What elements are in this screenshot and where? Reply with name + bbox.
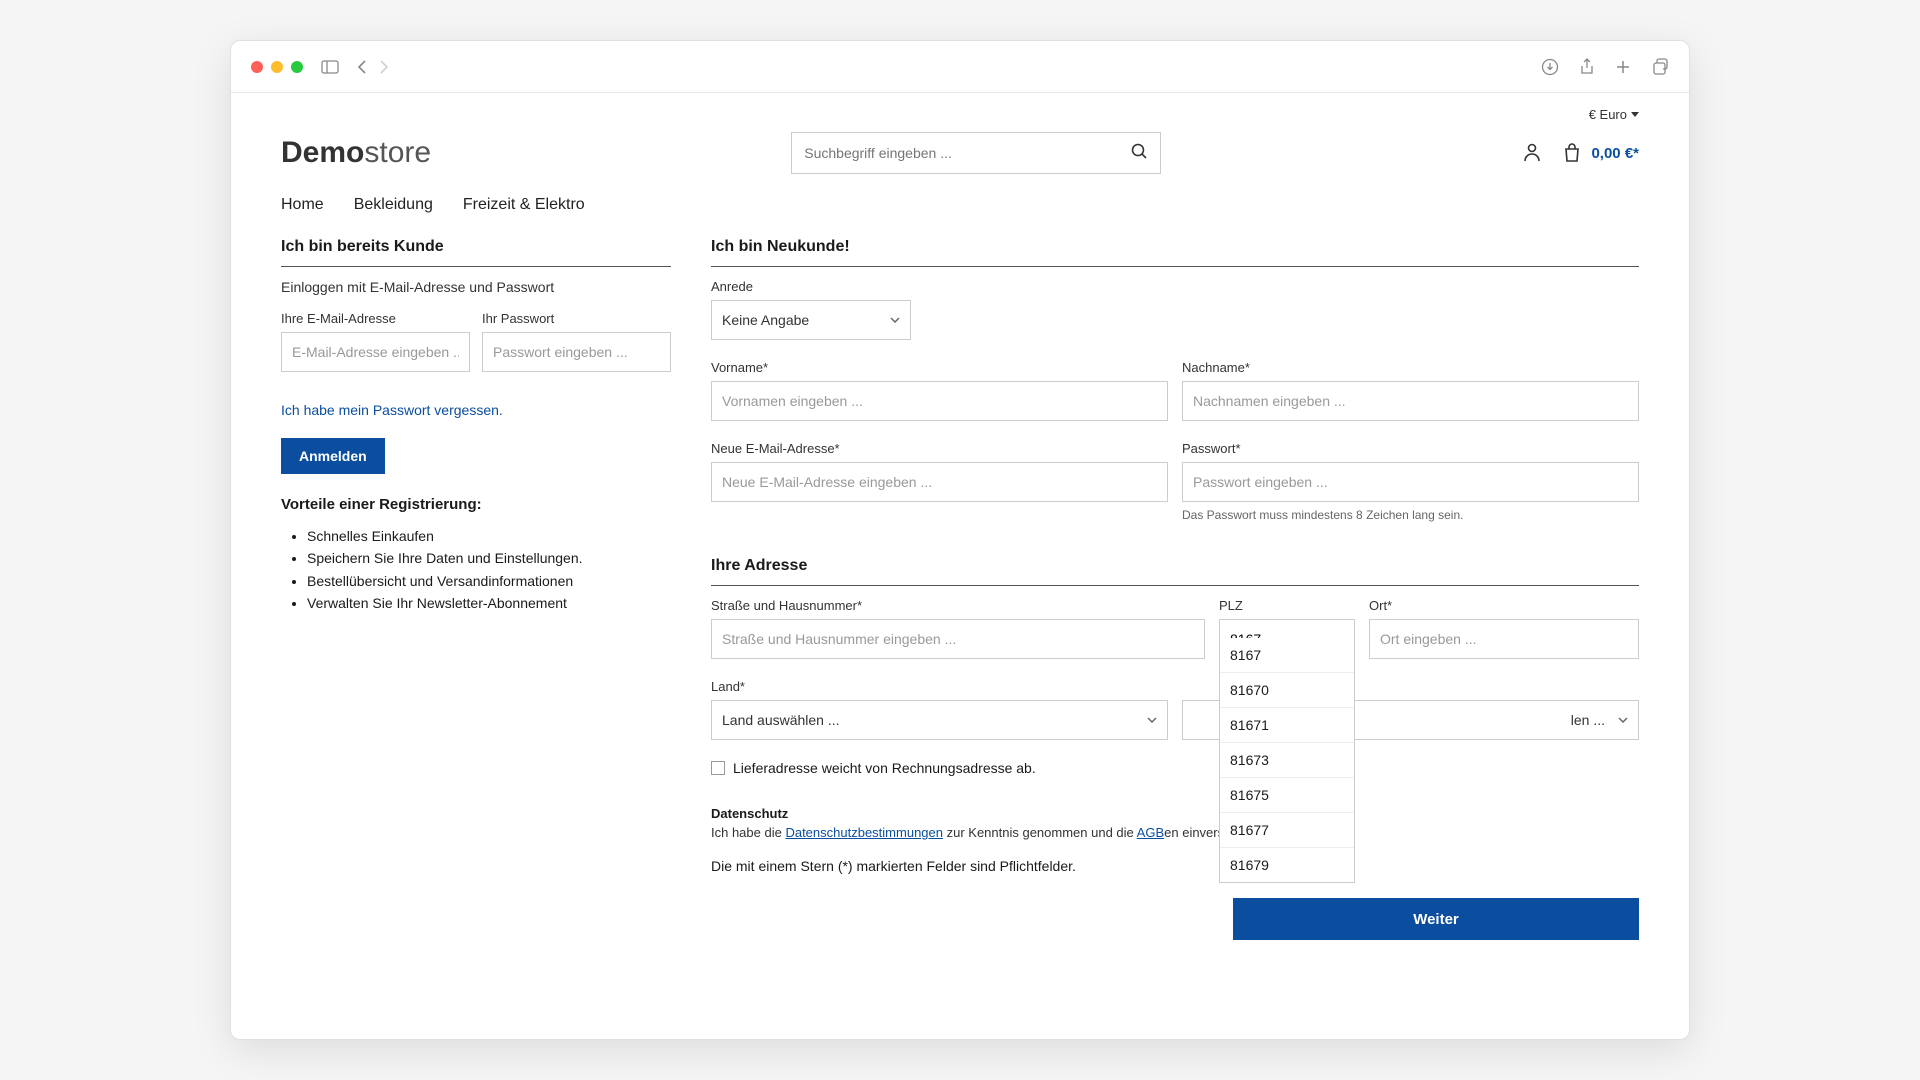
privacy-text: Ich habe die Datenschutzbestimmungen zur… <box>711 825 1639 840</box>
privacy-heading: Datenschutz <box>711 806 1639 821</box>
plz-option[interactable]: 81671 <box>1220 708 1354 743</box>
close-window-button[interactable] <box>251 61 263 73</box>
vorname-label: Vorname* <box>711 360 1168 375</box>
ort-input[interactable] <box>1369 619 1639 659</box>
shipping-diff-checkbox[interactable] <box>711 761 725 775</box>
privacy-link[interactable]: Datenschutzbestimmungen <box>785 825 943 840</box>
search-box <box>791 132 1161 174</box>
plz-option[interactable]: 81679 <box>1220 848 1354 882</box>
continue-button[interactable]: Weiter <box>1233 898 1639 940</box>
shipping-diff-label: Lieferadresse weicht von Rechnungsadress… <box>733 760 1036 776</box>
window-controls[interactable] <box>251 61 303 73</box>
logo[interactable]: Demostore <box>281 136 431 170</box>
plz-option[interactable]: 81670 <box>1220 673 1354 708</box>
nachname-label: Nachname* <box>1182 360 1639 375</box>
search-input[interactable] <box>804 145 1131 161</box>
register-password-label: Passwort* <box>1182 441 1639 456</box>
account-icon[interactable] <box>1521 141 1543 166</box>
forward-button[interactable] <box>379 59 389 75</box>
benefits-list: Schnelles Einkaufen Speichern Sie Ihre D… <box>281 525 671 615</box>
chevron-down-icon <box>1147 717 1157 723</box>
bundesland-value: len ... <box>1571 712 1605 728</box>
benefits-title: Vorteile einer Registrierung: <box>281 496 671 513</box>
street-label: Straße und Hausnummer* <box>711 598 1205 613</box>
benefit-item: Speichern Sie Ihre Daten und Einstellung… <box>307 547 671 569</box>
share-icon[interactable] <box>1579 58 1595 76</box>
currency-label: € Euro <box>1589 107 1627 122</box>
main-nav: Home Bekleidung Freizeit & Elektro <box>231 188 1689 228</box>
chevron-down-icon <box>1618 717 1628 723</box>
cart-link[interactable]: 0,00 €* <box>1561 142 1639 164</box>
vorname-input[interactable] <box>711 381 1168 421</box>
login-title: Ich bin bereits Kunde <box>281 238 671 267</box>
anrede-value: Keine Angabe <box>722 312 809 328</box>
plz-option[interactable]: 81677 <box>1220 813 1354 848</box>
browser-window: € Euro Demostore <box>230 40 1690 1040</box>
login-password-label: Ihr Passwort <box>482 311 671 326</box>
login-email-input[interactable] <box>281 332 470 372</box>
titlebar <box>231 41 1689 93</box>
plz-autocomplete-dropdown: 8167 81670 81671 81673 81675 81677 81679 <box>1219 638 1355 883</box>
anrede-label: Anrede <box>711 279 1639 294</box>
benefit-item: Schnelles Einkaufen <box>307 525 671 547</box>
password-hint: Das Passwort muss mindestens 8 Zeichen l… <box>1182 508 1639 522</box>
agb-link[interactable]: AGB <box>1137 825 1164 840</box>
login-email-label: Ihre E-Mail-Adresse <box>281 311 470 326</box>
minimize-window-button[interactable] <box>271 61 283 73</box>
forgot-password-link[interactable]: Ich habe mein Passwort vergessen. <box>281 402 671 418</box>
nachname-input[interactable] <box>1182 381 1639 421</box>
nav-bekleidung[interactable]: Bekleidung <box>354 196 433 214</box>
currency-selector[interactable]: € Euro <box>1589 107 1639 122</box>
plz-option[interactable]: 8167 <box>1220 638 1354 673</box>
required-note: Die mit einem Stern (*) markierten Felde… <box>711 858 1639 874</box>
sidebar-toggle-icon[interactable] <box>321 60 339 74</box>
cart-amount: 0,00 €* <box>1591 145 1639 162</box>
land-value: Land auswählen ... <box>722 712 840 728</box>
register-email-label: Neue E-Mail-Adresse* <box>711 441 1168 456</box>
register-password-input[interactable] <box>1182 462 1639 502</box>
plz-label: PLZ <box>1219 598 1355 613</box>
register-title: Ich bin Neukunde! <box>711 238 1639 267</box>
street-input[interactable] <box>711 619 1205 659</box>
nav-home[interactable]: Home <box>281 196 324 214</box>
tabs-icon[interactable] <box>1651 58 1669 76</box>
address-title: Ihre Adresse <box>711 557 1639 586</box>
chevron-down-icon <box>890 317 900 323</box>
downloads-icon[interactable] <box>1541 58 1559 76</box>
plz-option[interactable]: 81673 <box>1220 743 1354 778</box>
login-subtitle: Einloggen mit E-Mail-Adresse und Passwor… <box>281 279 671 295</box>
maximize-window-button[interactable] <box>291 61 303 73</box>
anrede-select[interactable]: Keine Angabe <box>711 300 911 340</box>
register-email-input[interactable] <box>711 462 1168 502</box>
search-icon[interactable] <box>1131 143 1148 163</box>
login-password-input[interactable] <box>482 332 671 372</box>
land-select[interactable]: Land auswählen ... <box>711 700 1168 740</box>
new-tab-icon[interactable] <box>1615 59 1631 75</box>
plz-option[interactable]: 81675 <box>1220 778 1354 813</box>
benefit-item: Verwalten Sie Ihr Newsletter-Abonnement <box>307 592 671 614</box>
back-button[interactable] <box>357 59 367 75</box>
land-label: Land* <box>711 679 1168 694</box>
nav-freizeit[interactable]: Freizeit & Elektro <box>463 196 585 214</box>
ort-label: Ort* <box>1369 598 1639 613</box>
logo-rest: store <box>364 136 431 169</box>
login-button[interactable]: Anmelden <box>281 438 385 474</box>
benefit-item: Bestellübersicht und Versandinformatione… <box>307 570 671 592</box>
logo-bold: Demo <box>281 136 364 169</box>
